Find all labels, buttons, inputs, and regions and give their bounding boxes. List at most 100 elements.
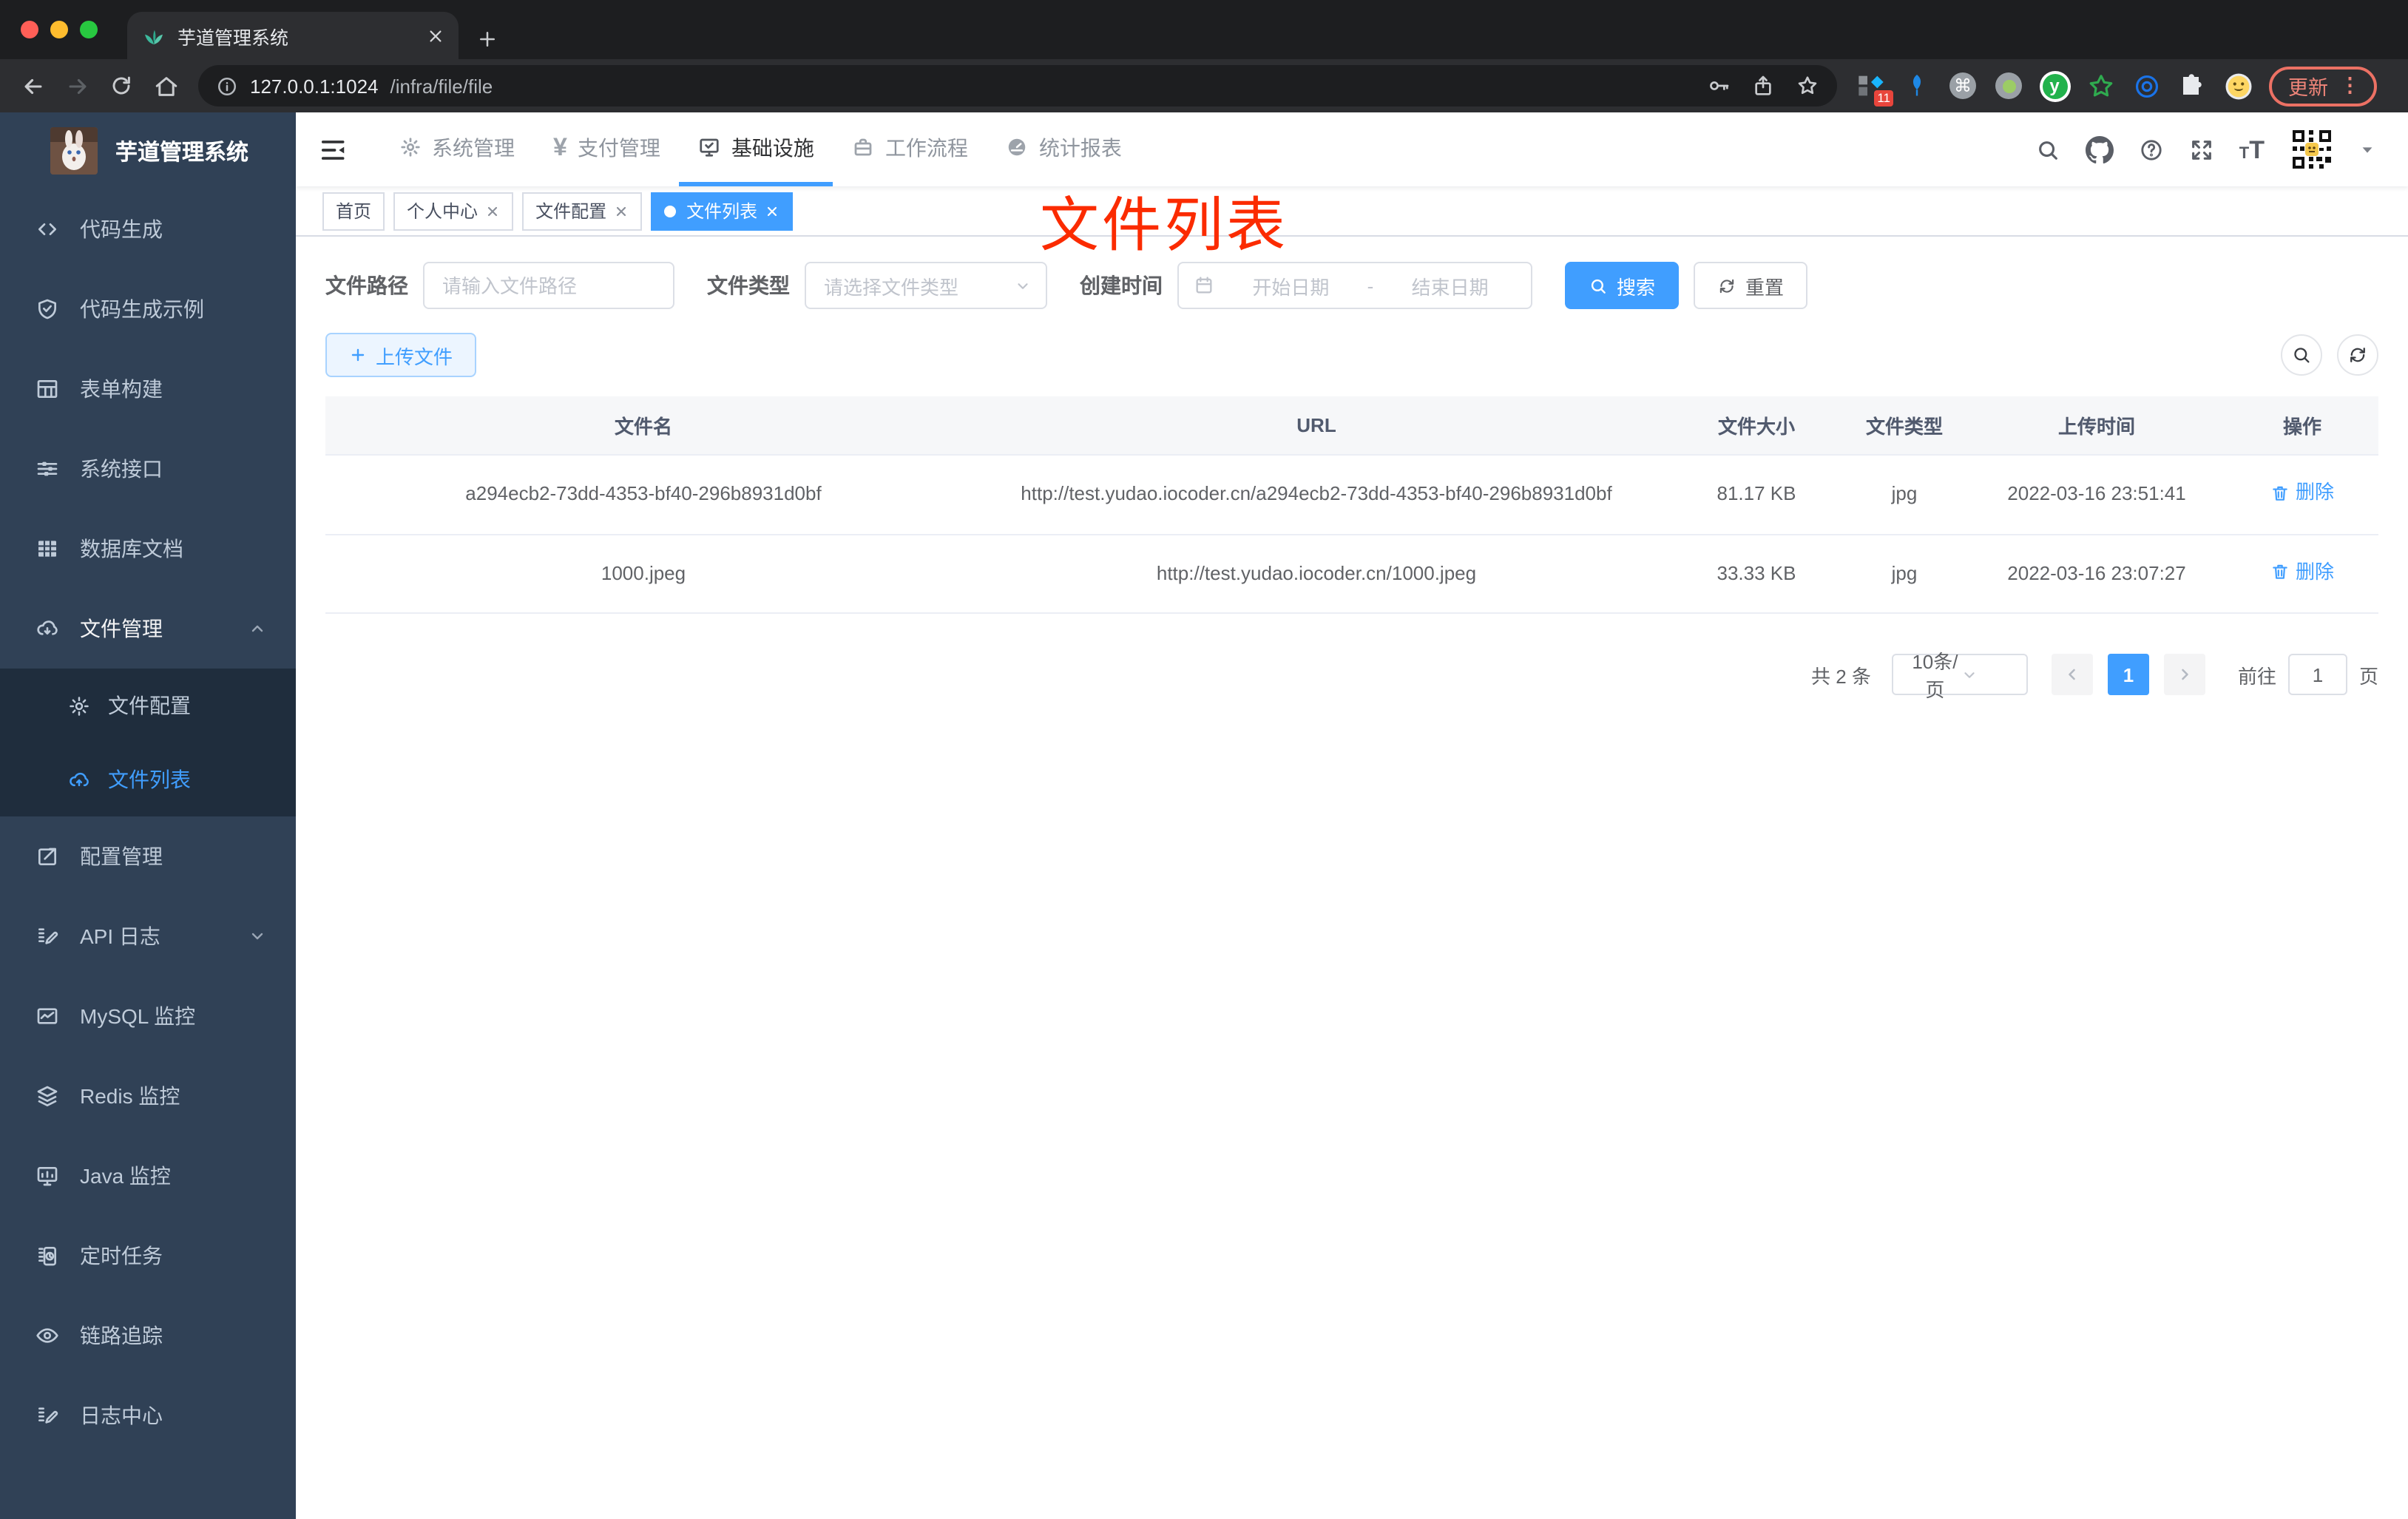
fullscreen-icon[interactable] — [2189, 137, 2214, 162]
window-zoom-button[interactable] — [80, 21, 98, 38]
file-path-input[interactable] — [425, 263, 673, 308]
sidebar-item-db-doc[interactable]: 数据库文档 — [0, 509, 296, 589]
back-icon[interactable] — [12, 65, 53, 106]
top-nav-reports[interactable]: 统计报表 — [987, 112, 1141, 186]
sidebar-item-trace[interactable]: 链路追踪 — [0, 1296, 296, 1376]
tag-close-icon[interactable] — [485, 203, 500, 218]
tag-profile[interactable]: 个人中心 — [393, 192, 514, 230]
goto-label: 前往 — [2237, 665, 2276, 687]
profile-emoji-icon[interactable] — [2222, 70, 2254, 102]
sidebar-item-log-center[interactable]: 日志中心 — [0, 1376, 296, 1455]
file-type-select[interactable]: 请选择文件类型 — [805, 262, 1047, 309]
browser-menu-dots-icon[interactable]: ⋮ — [2340, 74, 2360, 98]
extension-kite-icon[interactable] — [1901, 70, 1933, 102]
sidebar-item-scheduled-tasks[interactable]: 定时任务 — [0, 1216, 296, 1296]
extension-eye-icon[interactable] — [2130, 70, 2162, 102]
page-number-button[interactable]: 1 — [2107, 654, 2149, 695]
bookmark-star-icon[interactable] — [1796, 74, 1819, 98]
font-size-icon[interactable]: TT — [2239, 137, 2265, 162]
pagination-goto: 前往 页 — [2238, 654, 2378, 695]
window-close-button[interactable] — [21, 21, 38, 38]
cell-url: http://test.yudao.iocoder.cn/1000.jpeg — [961, 534, 1671, 614]
tab-close-icon[interactable] — [427, 27, 444, 44]
top-nav-infrastructure[interactable]: 基础设施 — [679, 112, 833, 186]
avatar[interactable] — [2290, 127, 2334, 172]
browser-toolbar: 127.0.0.1:1024/infra/file/file 11 ⌘ y 更新… — [0, 59, 2408, 112]
top-nav-workflow[interactable]: 工作流程 — [833, 112, 987, 186]
sidebar-item-config-management[interactable]: 配置管理 — [0, 816, 296, 896]
toggle-search-icon[interactable] — [2281, 334, 2322, 376]
extension-star-icon[interactable] — [2084, 70, 2117, 102]
eye-icon — [35, 1324, 59, 1347]
search-icon[interactable] — [2035, 137, 2060, 162]
github-icon[interactable] — [2085, 135, 2114, 163]
caret-down-icon[interactable] — [2359, 141, 2375, 158]
tag-file-list[interactable]: 文件列表 — [651, 192, 794, 230]
help-icon[interactable] — [2139, 137, 2164, 162]
extension-y-icon[interactable]: y — [2038, 70, 2071, 102]
sidebar-collapse-icon[interactable] — [319, 135, 348, 163]
delete-button[interactable]: 删除 — [2270, 555, 2334, 588]
tag-close-icon[interactable] — [765, 203, 779, 218]
sidebar-item-label: 定时任务 — [80, 1244, 163, 1268]
table-toolbar: 上传文件 — [325, 333, 2378, 377]
browser-update-button[interactable]: 更新 ⋮ — [2269, 66, 2376, 106]
monitor-icon — [35, 1164, 59, 1188]
extension-devtools-icon[interactable]: 11 — [1855, 70, 1893, 106]
col-header-url: URL — [961, 396, 1671, 456]
reload-icon[interactable] — [101, 65, 142, 106]
site-info-icon[interactable] — [216, 75, 238, 97]
search-button[interactable]: 搜索 — [1565, 262, 1680, 309]
goto-page-input[interactable] — [2287, 654, 2347, 695]
sidebar-item-code-gen-demo[interactable]: 代码生成示例 — [0, 269, 296, 349]
top-nav-label: 统计报表 — [1038, 135, 1122, 159]
extension-command-icon[interactable]: ⌘ — [1947, 70, 1979, 102]
sidebar-item-label: 表单构建 — [80, 377, 163, 401]
sidebar-item-mysql-monitor[interactable]: MySQL 监控 — [0, 976, 296, 1056]
delete-button[interactable]: 删除 — [2270, 476, 2334, 509]
delete-button-label: 删除 — [2295, 481, 2334, 503]
upload-file-button[interactable]: 上传文件 — [325, 333, 477, 377]
sidebar-item-java-monitor[interactable]: Java 监控 — [0, 1136, 296, 1216]
refresh-icon[interactable] — [2337, 334, 2378, 376]
extension-dot-icon[interactable] — [1992, 70, 2025, 102]
window-minimize-button[interactable] — [50, 21, 68, 38]
tag-close-icon[interactable] — [614, 203, 629, 218]
sidebar-item-file-list[interactable]: 文件列表 — [0, 742, 296, 816]
col-header-actions: 操作 — [2226, 396, 2378, 456]
top-nav-system[interactable]: 系统管理 — [380, 112, 534, 186]
briefcase-icon — [853, 136, 875, 158]
sidebar-item-label: 数据库文档 — [80, 537, 183, 561]
sidebar-item-code-gen[interactable]: 代码生成 — [0, 189, 296, 269]
sidebar-item-system-api[interactable]: 系统接口 — [0, 429, 296, 509]
sidebar-item-redis-monitor[interactable]: Redis 监控 — [0, 1056, 296, 1136]
file-path-field[interactable] — [423, 262, 674, 309]
page-size-select[interactable]: 10条/页 — [1891, 651, 2028, 701]
chevron-up-icon — [248, 620, 266, 637]
forward-icon[interactable] — [56, 65, 98, 106]
new-tab-button[interactable] — [476, 28, 498, 50]
extensions-puzzle-icon[interactable] — [2176, 70, 2208, 102]
tag-file-config[interactable]: 文件配置 — [522, 192, 643, 230]
table-row: 1000.jpeg http://test.yudao.iocoder.cn/1… — [325, 534, 2378, 614]
header-actions: TT — [2035, 127, 2375, 172]
prev-page-button[interactable] — [2051, 654, 2093, 695]
home-icon[interactable] — [145, 65, 186, 106]
browser-tab[interactable]: 芋道管理系统 — [127, 12, 459, 59]
sidebar-item-form-builder[interactable]: 表单构建 — [0, 349, 296, 429]
tag-label: 首页 — [336, 201, 372, 222]
next-page-button[interactable] — [2163, 654, 2205, 695]
sidebar-item-api-log[interactable]: API 日志 — [0, 896, 296, 976]
password-key-icon[interactable] — [1707, 74, 1731, 98]
sidebar-item-file-config[interactable]: 文件配置 — [0, 669, 296, 742]
app-logo[interactable]: 芋道管理系统 — [0, 112, 296, 189]
top-nav-payment[interactable]: ¥ 支付管理 — [534, 112, 680, 186]
sidebar-item-file-management[interactable]: 文件管理 — [0, 589, 296, 669]
sidebar-item-label: 代码生成 — [80, 217, 163, 241]
address-bar[interactable]: 127.0.0.1:1024/infra/file/file — [198, 65, 1837, 106]
window-controls — [21, 21, 98, 38]
share-icon[interactable] — [1751, 74, 1775, 98]
reset-button[interactable]: 重置 — [1694, 262, 1808, 309]
date-range-picker[interactable]: 开始日期 - 结束日期 — [1177, 262, 1532, 309]
tag-home[interactable]: 首页 — [322, 192, 385, 230]
